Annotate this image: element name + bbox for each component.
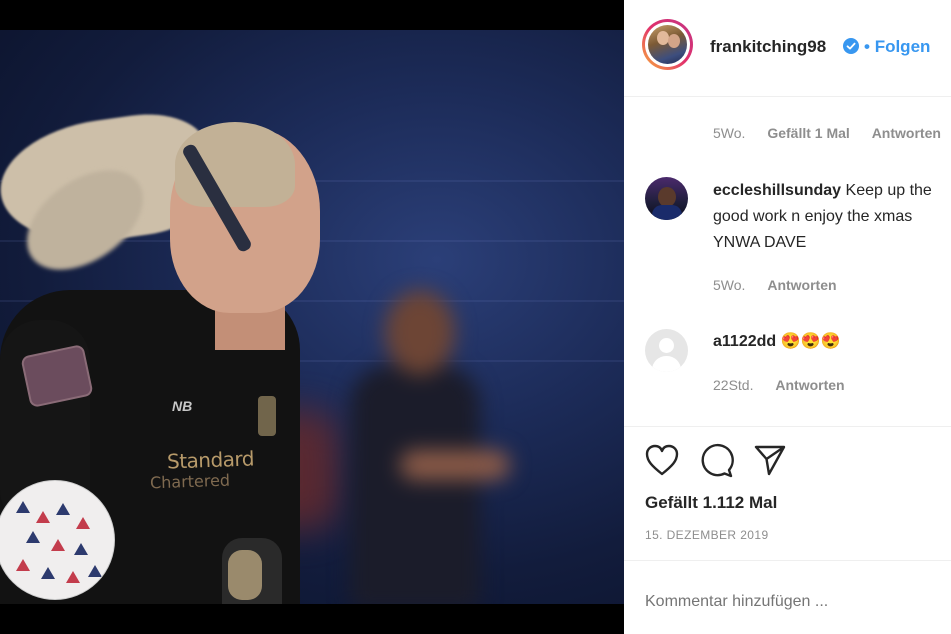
goalkeeper-figure: NB Standard Chartered [0,30,340,604]
heart-icon[interactable] [644,443,680,477]
football [0,480,115,600]
comment-meta: 5Wo. Antworten [713,277,855,293]
comment-icon[interactable] [698,443,734,479]
comment-age: 22Std. [713,377,754,393]
comment-text-line1: Keep up the [845,182,932,199]
comment-box [624,560,951,634]
comment-input[interactable] [645,593,935,611]
reply-button[interactable]: Antworten [872,125,941,141]
reply-button[interactable]: Antworten [775,377,844,393]
follow-label: Folgen [874,37,931,56]
comment-age: 5Wo. [713,125,746,141]
comment-likes[interactable]: Gefällt 1 Mal [767,125,849,141]
photo-scene: NB Standard Chartered [0,30,624,604]
share-icon[interactable] [753,443,787,477]
comment-text: 😍😍😍 [780,333,841,350]
verified-badge-icon [843,38,859,54]
avatar[interactable] [642,19,693,70]
post-side-panel: frankitching98 • Folgen 5Wo. Gefällt 1 M… [624,0,951,634]
comment: eccleshillsunday Keep up the good work n… [713,178,951,256]
comment-age: 5Wo. [713,277,746,293]
comment: a1122dd 😍😍😍 [713,329,840,355]
reply-button[interactable]: Antworten [767,277,836,293]
background-player [330,280,510,604]
shirt-brand: NB [172,398,193,414]
comment-meta: 5Wo. Gefällt 1 Mal Antworten [713,125,951,141]
post-photo[interactable]: NB Standard Chartered [0,0,624,634]
shirt-sponsor-line1: Standard [166,446,255,474]
comment-username[interactable]: eccleshillsunday [713,182,841,199]
shirt-sponsor-line2: Chartered [149,470,231,493]
comment-avatar[interactable] [645,177,688,220]
follow-separator: • [864,37,870,56]
comment-avatar[interactable] [645,329,688,372]
follow-button[interactable]: • Folgen [864,37,930,57]
comment-text-line3: YNWA DAVE [713,234,807,251]
post-date[interactable]: 15. DEZEMBER 2019 [645,528,769,542]
comment-text-line2: good work n enjoy the xmas [713,208,913,225]
comment-username[interactable]: a1122dd [713,333,776,350]
header-username[interactable]: frankitching98 [710,37,826,57]
club-crest [258,396,276,436]
likes-count[interactable]: Gefällt 1.112 Mal [645,493,777,513]
comment-meta: 22Std. Antworten [713,377,863,393]
post-header: frankitching98 • Folgen [624,0,951,97]
